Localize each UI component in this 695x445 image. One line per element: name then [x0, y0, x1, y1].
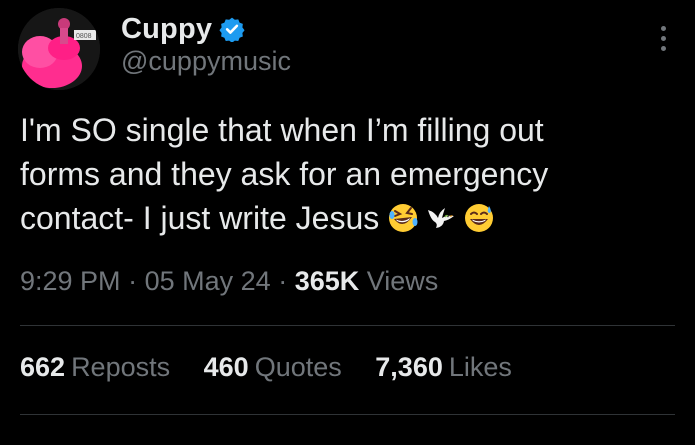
verified-badge-icon: [219, 17, 245, 42]
tweet-text-line: I'm SO single that when I’m filling out: [20, 112, 544, 148]
tweet-date[interactable]: 05 May 24: [145, 266, 271, 296]
rolling-laughing-emoji-icon: [389, 203, 418, 232]
likes-count: 7,360: [375, 352, 443, 382]
tweet-time[interactable]: 9:29 PM: [20, 266, 121, 296]
reposts-count: 662: [20, 352, 66, 382]
tweet-text: I'm SO single that when I’m filling out …: [20, 108, 675, 240]
views-count[interactable]: 365K: [295, 266, 360, 296]
avatar[interactable]: 0808: [18, 8, 100, 90]
tweet-text-line: forms and they ask for an emergency: [20, 156, 549, 192]
quotes-count: 460: [203, 352, 249, 382]
likes-label: Likes: [448, 352, 512, 382]
emoji-group: [387, 202, 495, 234]
author-handle[interactable]: @cuppymusic: [121, 46, 291, 77]
avatar-image: 0808: [18, 8, 100, 90]
tweet-text-line: contact- I just write Jesus: [20, 200, 380, 236]
engagement-stats: 662 Reposts 460 Quotes 7,360 Likes: [20, 352, 538, 383]
divider: [20, 414, 675, 415]
tweet-meta: 9:29 PM · 05 May 24 · 365K Views: [20, 266, 438, 297]
meta-separator: ·: [128, 266, 138, 296]
quotes-stat[interactable]: 460 Quotes: [204, 352, 342, 383]
divider: [20, 325, 675, 326]
svg-text:0808: 0808: [76, 33, 92, 40]
tweet: 0808 Cuppy @cuppymusic I'm SO single tha…: [0, 0, 695, 445]
grinning-sweat-emoji-icon: [465, 203, 494, 232]
dove-emoji-icon: [428, 207, 455, 228]
author-display-name[interactable]: Cuppy: [121, 13, 212, 46]
author-name-row: Cuppy: [121, 10, 245, 48]
quotes-label: Quotes: [254, 352, 342, 382]
meta-separator: ·: [278, 266, 288, 296]
reposts-stat[interactable]: 662 Reposts: [20, 352, 170, 383]
reposts-label: Reposts: [71, 352, 171, 382]
tweet-text-line-last: contact- I just write Jesus: [20, 196, 675, 240]
views-label[interactable]: Views: [367, 266, 439, 296]
more-options-icon[interactable]: [659, 26, 667, 56]
likes-stat[interactable]: 7,360 Likes: [375, 352, 512, 383]
